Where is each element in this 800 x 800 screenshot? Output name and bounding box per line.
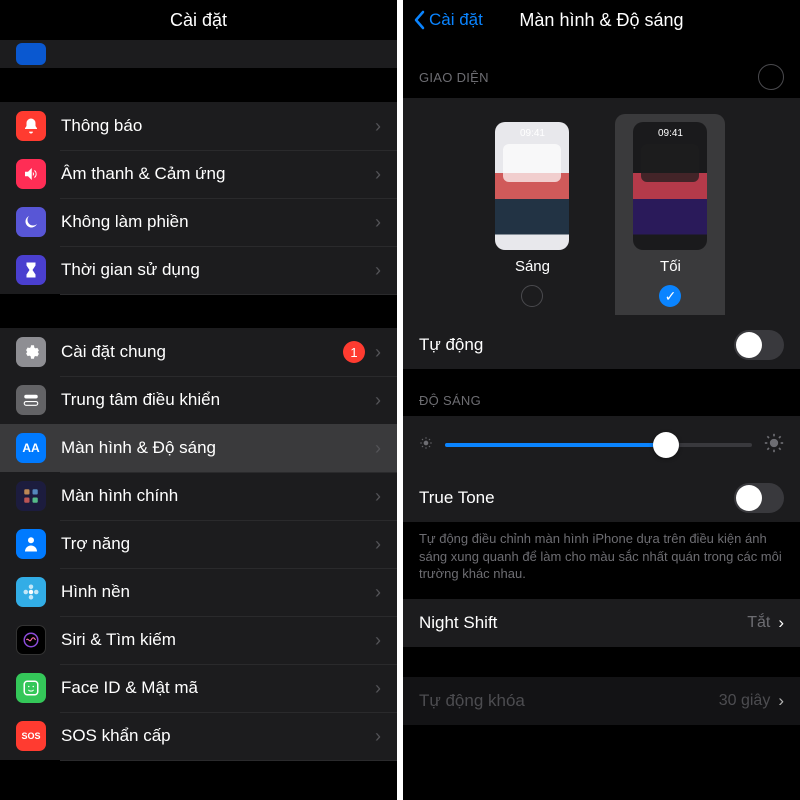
settings-row-sounds[interactable]: Âm thanh & Cảm ứng›	[0, 150, 397, 198]
display-brightness-panel: Cài đặt Màn hình & Độ sáng GIAO DIỆN 09:…	[403, 0, 800, 800]
chevron-right-icon: ›	[778, 613, 784, 633]
toggle-true-tone[interactable]	[734, 483, 784, 513]
row-night-shift[interactable]: Night Shift Tắt ›	[403, 599, 800, 647]
row-label: Hình nền	[61, 582, 375, 602]
preview-dark-icon: 09:41	[633, 122, 707, 250]
section-header-appearance: GIAO DIỆN	[403, 40, 800, 98]
truetone-description: Tự động điều chỉnh màn hình iPhone dựa t…	[403, 522, 800, 599]
chevron-right-icon: ›	[375, 164, 381, 185]
preview-light-icon: 09:41	[495, 122, 569, 250]
chevron-right-icon: ›	[375, 726, 381, 747]
nightshift-label: Night Shift	[419, 613, 747, 633]
chevron-right-icon: ›	[375, 582, 381, 603]
dark-label: Tối	[615, 258, 725, 275]
toggle-auto-appearance[interactable]	[734, 330, 784, 360]
chevron-right-icon: ›	[375, 438, 381, 459]
back-label: Cài đặt	[429, 10, 483, 30]
appearance-option-dark[interactable]: 09:41 Tối ✓	[615, 114, 725, 315]
settings-row-display[interactable]: AA Màn hình & Độ sáng›	[0, 424, 397, 472]
faceid-icon	[16, 673, 46, 703]
auto-label: Tự động	[419, 335, 734, 355]
screentime-icon	[16, 255, 46, 285]
light-label: Sáng	[477, 258, 587, 275]
sun-small-icon	[419, 435, 433, 455]
appearance-option-light[interactable]: 09:41 Sáng	[477, 114, 587, 307]
display-icon: AA	[16, 433, 46, 463]
chevron-right-icon: ›	[375, 260, 381, 281]
row-label: Màn hình chính	[61, 486, 375, 506]
controlcenter-icon	[16, 385, 46, 415]
radio-off-icon	[521, 285, 543, 307]
row-label: Trợ năng	[61, 534, 375, 554]
row-true-tone[interactable]: True Tone	[403, 474, 800, 522]
settings-root-panel: Cài đặt Thông báo›Âm thanh & Cảm ứng›Khô…	[0, 0, 397, 800]
truetone-label: True Tone	[419, 488, 734, 508]
settings-group-b: Cài đặt chung1›Trung tâm điều khiển›AAMà…	[0, 328, 397, 760]
settings-row-notifications[interactable]: Thông báo›	[0, 102, 397, 150]
row-label: Thông báo	[61, 116, 375, 136]
dnd-icon	[16, 207, 46, 237]
settings-row-siri[interactable]: Siri & Tìm kiếm›	[0, 616, 397, 664]
row-label: Thời gian sử dụng	[61, 260, 375, 280]
settings-row-general[interactable]: Cài đặt chung1 ›	[0, 328, 397, 376]
chevron-right-icon: ›	[375, 486, 381, 507]
row-label: Không làm phiền	[61, 212, 375, 232]
row-label: Màn hình & Độ sáng	[61, 438, 375, 458]
settings-row-dnd[interactable]: Không làm phiền›	[0, 198, 397, 246]
row-label: Cài đặt chung	[61, 342, 343, 362]
settings-row-faceid[interactable]: Face ID & Mật mã›	[0, 664, 397, 712]
settings-row-controlcenter[interactable]: Trung tâm điều khiển›	[0, 376, 397, 424]
settings-group-a: Thông báo›Âm thanh & Cảm ứng›Không làm p…	[0, 102, 397, 294]
settings-row-wallpaper[interactable]: Hình nền›	[0, 568, 397, 616]
row-label: Trung tâm điều khiển	[61, 390, 375, 410]
chevron-right-icon: ›	[375, 678, 381, 699]
badge: 1	[343, 341, 365, 363]
back-button[interactable]: Cài đặt	[413, 10, 483, 30]
brightness-slider[interactable]	[445, 430, 752, 460]
chevron-right-icon: ›	[375, 116, 381, 137]
chevron-right-icon: ›	[375, 630, 381, 651]
chevron-right-icon: ›	[375, 342, 381, 363]
autolock-value: 30 giây	[719, 692, 771, 710]
sos-icon: SOS	[16, 721, 46, 751]
row-vpn-partial[interactable]	[0, 40, 397, 68]
chevron-right-icon: ›	[375, 390, 381, 411]
notifications-icon	[16, 111, 46, 141]
row-label: SOS khẩn cấp	[61, 726, 375, 746]
settings-row-screentime[interactable]: Thời gian sử dụng›	[0, 246, 397, 294]
chevron-right-icon: ›	[778, 691, 784, 711]
siri-icon	[16, 625, 46, 655]
general-icon	[16, 337, 46, 367]
chevron-right-icon: ›	[375, 534, 381, 555]
brightness-slider-row	[403, 416, 800, 474]
chevron-left-icon	[413, 10, 425, 30]
nightshift-value: Tắt	[747, 614, 770, 632]
chevron-right-icon: ›	[375, 212, 381, 233]
autolock-label: Tự động khóa	[419, 691, 719, 711]
sun-large-icon	[764, 433, 784, 458]
page-title: Cài đặt	[0, 0, 397, 40]
accessibility-icon	[16, 529, 46, 559]
row-label: Siri & Tìm kiếm	[61, 630, 375, 650]
home-icon	[16, 481, 46, 511]
row-auto-appearance[interactable]: Tự động	[403, 321, 800, 369]
unknown-radio-icon	[758, 64, 784, 90]
row-label: Face ID & Mật mã	[61, 678, 375, 698]
row-label: Âm thanh & Cảm ứng	[61, 164, 375, 184]
radio-on-icon: ✓	[659, 285, 681, 307]
appearance-options: 09:41 Sáng 09:41 Tối ✓	[403, 98, 800, 321]
settings-row-sos[interactable]: SOS SOS khẩn cấp›	[0, 712, 397, 760]
vpn-icon	[16, 43, 46, 65]
nav-bar: Cài đặt Màn hình & Độ sáng	[403, 0, 800, 40]
sounds-icon	[16, 159, 46, 189]
section-header-brightness: ĐỘ SÁNG	[403, 369, 800, 416]
settings-row-accessibility[interactable]: Trợ năng›	[0, 520, 397, 568]
row-auto-lock[interactable]: Tự động khóa 30 giây ›	[403, 677, 800, 725]
wallpaper-icon	[16, 577, 46, 607]
settings-row-home[interactable]: Màn hình chính›	[0, 472, 397, 520]
